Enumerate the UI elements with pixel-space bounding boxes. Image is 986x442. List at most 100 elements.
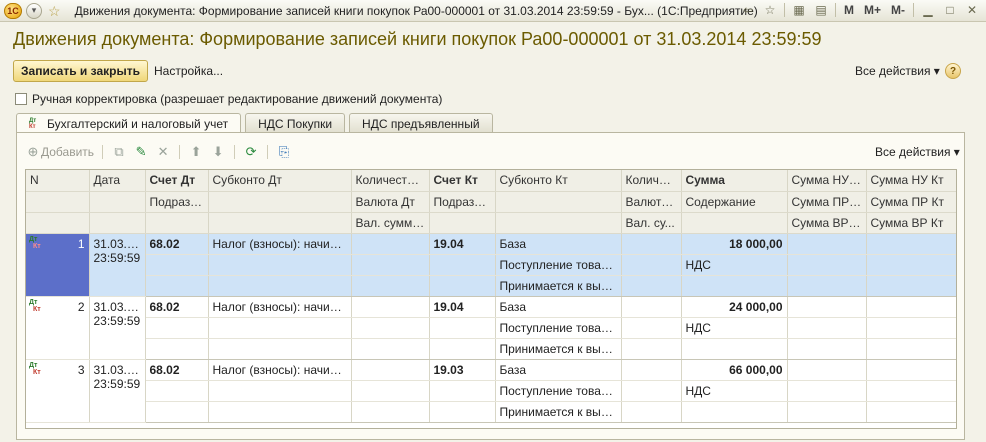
- amount-cell[interactable]: 24 000,00: [681, 296, 788, 318]
- app-logo-icon[interactable]: 1С: [4, 2, 22, 19]
- account-kt-cell[interactable]: 19.04: [429, 296, 496, 318]
- star-icon[interactable]: ☆: [762, 2, 778, 18]
- quantity-kt-cell[interactable]: [621, 359, 682, 381]
- col-header-account-kt[interactable]: Счет Кт: [429, 170, 496, 192]
- col-header-currency-kt[interactable]: Валюта Кт: [621, 191, 682, 213]
- division-dt-cell[interactable]: [145, 380, 209, 402]
- col-header-amount-vr-kt[interactable]: Сумма ВР Кт: [866, 212, 956, 234]
- account-dt-cell[interactable]: 68.02: [145, 296, 209, 318]
- account-kt-cell[interactable]: 19.04: [429, 233, 496, 255]
- memory-plus-button[interactable]: M+: [862, 3, 883, 17]
- amount-nu-dt-cell[interactable]: [787, 296, 867, 318]
- currency-amount-dt-cell[interactable]: [351, 275, 430, 297]
- amount-vr-dt-cell[interactable]: [787, 275, 867, 297]
- col-header-n[interactable]: N: [26, 170, 90, 192]
- currency-amount-kt-cell[interactable]: [621, 275, 682, 297]
- movements-grid[interactable]: N Дата Счет Дт Субконто Дт Количество...…: [25, 169, 957, 429]
- col-header-quantity-dt[interactable]: Количество...: [351, 170, 430, 192]
- amount-nu-dt-cell[interactable]: [787, 233, 867, 255]
- col-header-account-dt[interactable]: Счет Дт: [145, 170, 209, 192]
- subconto-dt-cell[interactable]: [208, 317, 352, 339]
- manual-correction-row[interactable]: Ручная корректировка (разрешает редактир…: [15, 92, 442, 106]
- division-dt-cell[interactable]: [145, 317, 209, 339]
- table-row[interactable]: Дт Кт 1 31.03.2... 23:59:59 68.02 Налог (…: [26, 233, 956, 297]
- subconto-dt-cell[interactable]: Налог (взносы): начисле...: [208, 359, 352, 381]
- amount-nu-kt-cell[interactable]: [866, 233, 956, 255]
- date-cell[interactable]: 31.03.2... 23:59:59: [89, 359, 146, 423]
- edit-pencil-icon[interactable]: ✎: [133, 144, 149, 160]
- division-kt-cell[interactable]: [429, 317, 496, 339]
- col-header-subconto-dt[interactable]: Субконто Дт: [208, 170, 352, 192]
- tab-vat-presented[interactable]: НДС предъявленный: [349, 113, 493, 133]
- table-row[interactable]: Поступление товаро... НДС: [26, 317, 956, 339]
- col-header-amount-nu-kt[interactable]: Сумма НУ Кт: [866, 170, 956, 192]
- calendar-icon[interactable]: ▤: [813, 2, 829, 18]
- currency-amount-dt-cell[interactable]: [351, 338, 430, 360]
- subconto-dt-cell[interactable]: [208, 380, 352, 402]
- account-kt-cell[interactable]: 19.03: [429, 359, 496, 381]
- currency-amount-kt-cell[interactable]: [621, 401, 682, 423]
- subconto-dt-cell[interactable]: Налог (взносы): начисле...: [208, 296, 352, 318]
- back-icon[interactable]: ⇦: [740, 2, 756, 18]
- subconto-kt-cell[interactable]: Поступление товаро...: [495, 380, 622, 402]
- currency-dt-cell[interactable]: [351, 317, 430, 339]
- table-row[interactable]: Поступление товаро... НДС: [26, 380, 956, 402]
- subconto-dt-cell[interactable]: [208, 338, 352, 360]
- help-icon[interactable]: ?: [945, 63, 961, 79]
- subconto-dt-cell[interactable]: [208, 275, 352, 297]
- empty-cell[interactable]: [681, 401, 788, 423]
- tab-vat-purchases[interactable]: НДС Покупки: [245, 113, 346, 133]
- amount-vr-kt-cell[interactable]: [866, 338, 956, 360]
- col-header-amount[interactable]: Сумма: [681, 170, 788, 192]
- delete-icon[interactable]: ✕: [155, 144, 171, 160]
- currency-dt-cell[interactable]: [351, 380, 430, 402]
- subconto-dt-cell[interactable]: [208, 401, 352, 423]
- amount-pr-kt-cell[interactable]: [866, 254, 956, 276]
- row-number-cell[interactable]: Дт Кт 3: [26, 359, 90, 423]
- col-header-division-dt[interactable]: Подразд...: [145, 191, 209, 213]
- division-kt-cell[interactable]: [429, 254, 496, 276]
- amount-pr-dt-cell[interactable]: [787, 380, 867, 402]
- quantity-dt-cell[interactable]: [351, 233, 430, 255]
- col-header-amount-pr-kt[interactable]: Сумма ПР Кт: [866, 191, 956, 213]
- col-header-amount-nu-dt[interactable]: Сумма НУ Дт: [787, 170, 867, 192]
- amount-pr-kt-cell[interactable]: [866, 317, 956, 339]
- amount-pr-dt-cell[interactable]: [787, 254, 867, 276]
- subconto-kt-cell[interactable]: База: [495, 233, 622, 255]
- move-down-icon[interactable]: ⬇: [210, 144, 226, 160]
- all-actions-menu[interactable]: Все действия ▾: [855, 64, 940, 78]
- currency-kt-cell[interactable]: [621, 254, 682, 276]
- empty-cell[interactable]: [429, 401, 496, 423]
- quantity-dt-cell[interactable]: [351, 296, 430, 318]
- content-cell[interactable]: НДС: [681, 380, 788, 402]
- table-row[interactable]: Принимается к вычету: [26, 338, 956, 360]
- memory-m-button[interactable]: M: [842, 3, 856, 17]
- quantity-kt-cell[interactable]: [621, 233, 682, 255]
- amount-cell[interactable]: 18 000,00: [681, 233, 788, 255]
- col-header-content[interactable]: Содержание: [681, 191, 788, 213]
- row-number-cell[interactable]: Дт Кт 1: [26, 233, 90, 297]
- amount-nu-kt-cell[interactable]: [866, 359, 956, 381]
- empty-cell[interactable]: [429, 275, 496, 297]
- content-cell[interactable]: НДС: [681, 317, 788, 339]
- quantity-kt-cell[interactable]: [621, 296, 682, 318]
- empty-cell[interactable]: [145, 275, 209, 297]
- amount-nu-kt-cell[interactable]: [866, 296, 956, 318]
- empty-cell[interactable]: [681, 275, 788, 297]
- subconto-dt-cell[interactable]: [208, 254, 352, 276]
- memory-minus-button[interactable]: M-: [889, 3, 907, 17]
- subconto-kt-cell[interactable]: Принимается к вычету: [495, 338, 622, 360]
- manual-correction-checkbox[interactable]: [15, 93, 27, 105]
- close-icon[interactable]: ✕: [964, 2, 980, 18]
- empty-cell[interactable]: [145, 401, 209, 423]
- amount-cell[interactable]: 66 000,00: [681, 359, 788, 381]
- quantity-dt-cell[interactable]: [351, 359, 430, 381]
- division-dt-cell[interactable]: [145, 254, 209, 276]
- empty-cell[interactable]: [145, 338, 209, 360]
- move-up-icon[interactable]: ⬆: [188, 144, 204, 160]
- col-header-currency-dt[interactable]: Валюта Дт: [351, 191, 430, 213]
- col-header-subconto-kt[interactable]: Субконто Кт: [495, 170, 622, 192]
- amount-pr-dt-cell[interactable]: [787, 317, 867, 339]
- table-row[interactable]: Дт Кт 3 31.03.2... 23:59:59 68.02 Налог (…: [26, 359, 956, 423]
- division-kt-cell[interactable]: [429, 380, 496, 402]
